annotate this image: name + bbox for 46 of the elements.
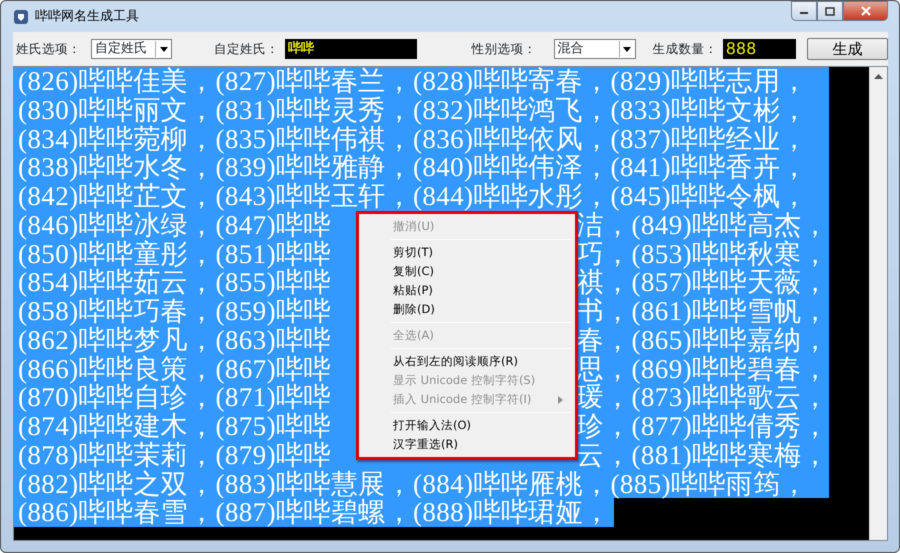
text-line: (858)哔哔巧春，(859)哔哔 (18, 297, 331, 326)
submenu-arrow-icon (558, 396, 563, 404)
text-line: (850)哔哔童彤，(851)哔哔 (18, 240, 331, 268)
maximize-button[interactable] (817, 1, 843, 21)
text-line: 思，(869)哔哔碧春， (576, 354, 829, 384)
generate-button[interactable]: 生成 (807, 38, 888, 60)
text-line: 瑗，(873)哔哔歌云， (576, 383, 829, 412)
text-line: 祺，(857)哔哔天薇， (576, 268, 829, 297)
dropdown[interactable]: 混合 (554, 39, 636, 59)
text-line: (878)哔哔茉莉，(879)哔哔 (18, 440, 331, 470)
field-label: 自定姓氏： (214, 40, 280, 58)
dropdown[interactable]: 自定姓氏 (91, 39, 172, 59)
close-button[interactable] (843, 1, 888, 21)
text-line: (874)哔哔建木，(875)哔哔 (18, 412, 331, 441)
input-field[interactable]: 哔哔 (285, 39, 417, 59)
caret-icon (160, 46, 168, 52)
menu-item[interactable]: 粘贴(P) (361, 281, 573, 300)
text-line: (862)哔哔梦凡，(863)哔哔 (18, 326, 331, 354)
maximize-icon (825, 6, 835, 16)
minimize-button[interactable] (791, 1, 817, 21)
menu-item[interactable]: 剪切(T) (361, 243, 573, 262)
text-line: 珍，(877)哔哔倩秀， (576, 412, 829, 441)
menu-item[interactable]: 复制(C) (361, 262, 573, 281)
caret-icon (623, 46, 632, 52)
text-line: (870)哔哔自珍，(871)哔哔 (18, 383, 331, 412)
menu-item[interactable]: 汉字重选(R) (361, 435, 573, 454)
scrollbar[interactable] (869, 67, 887, 540)
text-line: (846)哔哔冰绿，(847)哔哔 (18, 210, 331, 240)
text-line: 春，(865)哔哔嘉纳， (576, 326, 829, 354)
text-line: 巧，(853)哔哔秋寒， (576, 240, 829, 268)
text-line: (854)哔哔茹云，(855)哔哔 (18, 268, 331, 297)
scroll-up-icon[interactable] (874, 73, 884, 79)
window-title: 哔哔网名生成工具 (35, 8, 139, 26)
field-label: 生成数量： (652, 40, 718, 58)
menu-item[interactable]: 删除(D) (361, 300, 573, 319)
text-line: (866)哔哔良策，(867)哔哔 (18, 354, 331, 384)
input-field[interactable]: 888 (722, 39, 796, 59)
menu-item[interactable]: 从右到左的阅读顺序(R) (361, 352, 573, 371)
text-line: 云，(881)哔哔寒梅， (576, 440, 829, 470)
close-icon (860, 6, 872, 16)
field-label: 姓氏选项： (16, 40, 81, 58)
text-line: 洁，(849)哔哔高杰， (576, 210, 829, 240)
app-icon (13, 8, 29, 24)
text-line: 书，(861)哔哔雪帆， (576, 297, 829, 326)
menu-item[interactable]: 打开输入法(O) (361, 416, 573, 435)
field-label: 性别选项： (472, 40, 537, 58)
